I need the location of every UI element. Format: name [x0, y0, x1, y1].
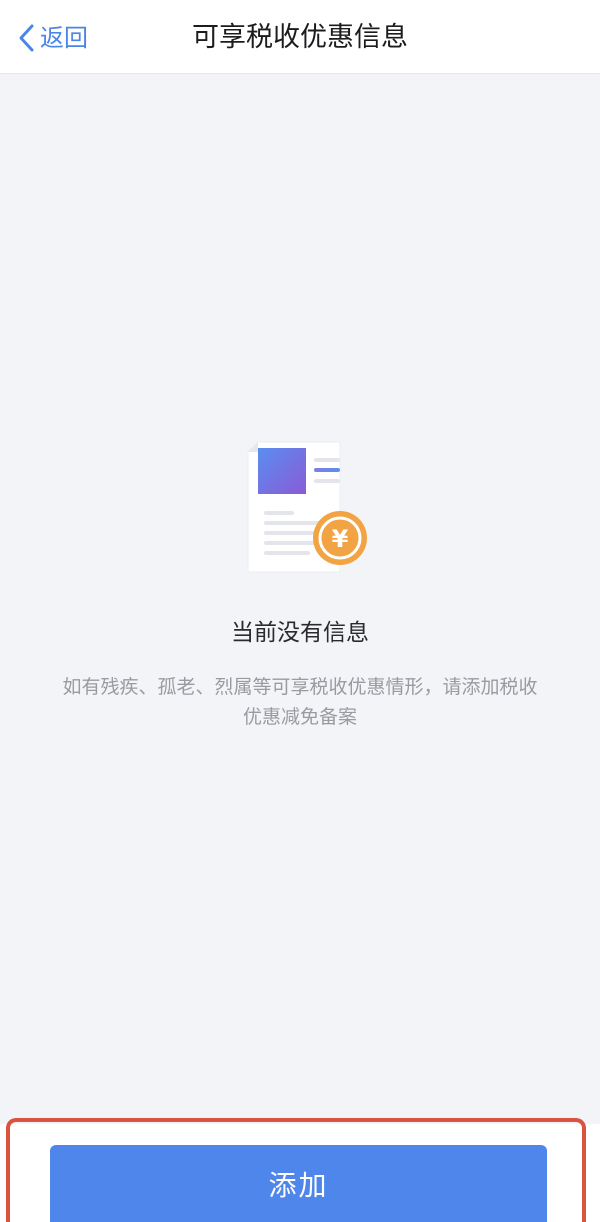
chevron-left-icon	[19, 24, 34, 52]
svg-text:¥: ¥	[332, 525, 349, 553]
empty-title: 当前没有信息	[231, 620, 369, 646]
add-button[interactable]: 添加	[50, 1145, 547, 1222]
empty-description: 如有残疾、孤老、烈属等可享税收优惠情形，请添加税收优惠减免备案	[62, 676, 538, 728]
app-screen: 返回 可享税收优惠信息 ¥ 当前没有信息 如有残疾、孤老、烈属等可享税收优惠情形…	[0, 0, 600, 1222]
back-label: 返回	[40, 24, 88, 52]
back-button[interactable]: 返回	[16, 20, 88, 56]
nav-header: 返回 可享税收优惠信息	[0, 0, 600, 74]
empty-state: ¥ 当前没有信息 如有残疾、孤老、烈属等可享税收优惠情形，请添加税收优惠减免备案	[0, 430, 600, 732]
document-yuan-coin-icon: ¥	[247, 441, 367, 573]
page-title: 可享税收优惠信息	[192, 22, 408, 53]
